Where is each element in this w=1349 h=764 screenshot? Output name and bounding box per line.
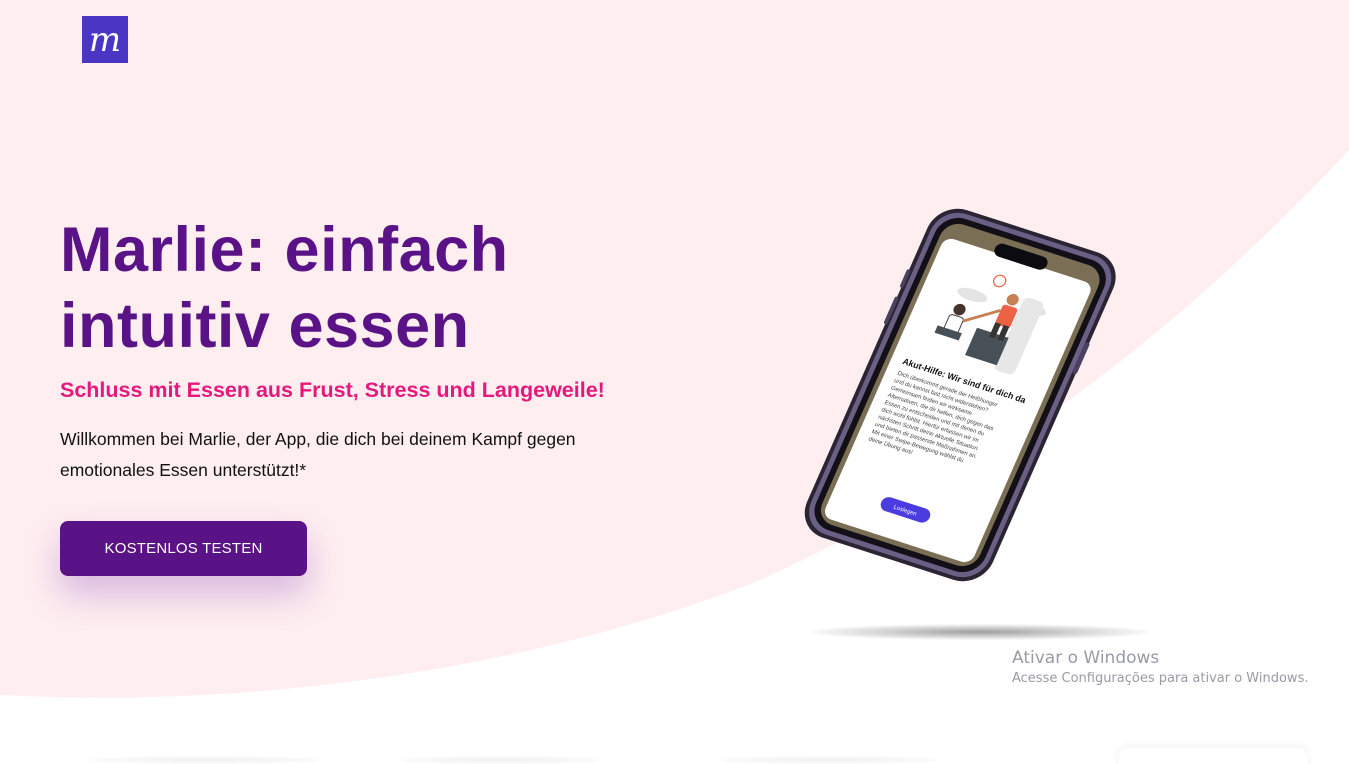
- hero-description: Willkommen bei Marlie, der App, die dich…: [60, 424, 620, 486]
- section-divider-right: [720, 756, 940, 764]
- hero-subtitle: Schluss mit Essen aus Frust, Stress und …: [60, 378, 605, 402]
- hero-title-line1: Marlie: einfach: [60, 215, 509, 285]
- watermark-subtitle: Acesse Configurações para ativar o Windo…: [1012, 671, 1309, 686]
- hero-title-line2: intuitiv essen: [60, 291, 470, 361]
- logo-letter: m: [88, 19, 122, 60]
- phone-mockup: Akut-Hilfe: Wir sind für dich da Dich üb…: [790, 185, 1150, 645]
- hero-description-line1: Willkommen bei Marlie, der App, die dich…: [60, 429, 576, 449]
- section-divider-mid: [400, 756, 600, 764]
- watermark-title: Ativar o Windows: [1012, 648, 1160, 668]
- floating-card: [1118, 748, 1308, 764]
- windows-activation-watermark: Ativar o Windows Acesse Configurações pa…: [1012, 647, 1308, 689]
- hero-title: Marlie: einfach intuitiv essen: [60, 212, 680, 364]
- section-divider-left: [90, 756, 320, 764]
- brand-logo[interactable]: m: [82, 16, 128, 63]
- free-trial-button[interactable]: KOSTENLOS TESTEN: [60, 521, 307, 576]
- hero-description-line2: emotionales Essen unterstützt!*: [60, 460, 307, 480]
- phone-illustration: Akut-Hilfe: Wir sind für dich da Dich üb…: [804, 208, 1116, 582]
